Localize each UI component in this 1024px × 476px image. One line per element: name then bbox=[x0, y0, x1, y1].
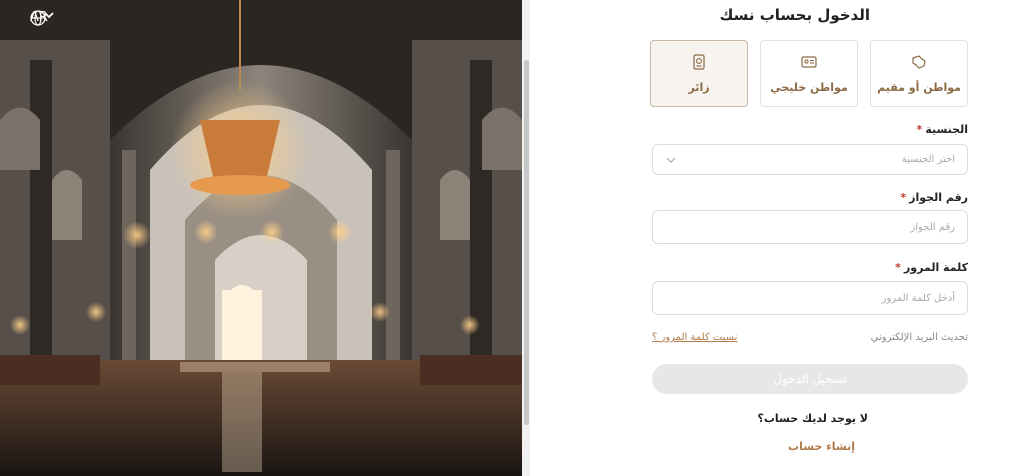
account-type-citizen-resident[interactable]: مواطن أو مقيم bbox=[870, 40, 968, 107]
account-type-gulf-citizen[interactable]: مواطن خليجي bbox=[760, 40, 858, 107]
passport-label: رقم الجواز* bbox=[900, 191, 968, 204]
page-title: الدخول بحساب نسك bbox=[719, 6, 870, 24]
login-form: الدخول بحساب نسك مواطن أو مقيم مواطن خلي… bbox=[560, 0, 980, 476]
password-label: كلمة المرور* bbox=[895, 261, 968, 274]
no-account-text: لا يوجد لديك حساب؟ bbox=[757, 412, 868, 425]
form-links: تحديث البريد الإلكتروني نسيت كلمة المرور… bbox=[652, 332, 968, 343]
login-button[interactable]: تسجيل الدخول bbox=[652, 364, 968, 394]
account-type-label: مواطن خليجي bbox=[770, 81, 848, 94]
required-mark: * bbox=[900, 191, 907, 204]
account-type-label: زائر bbox=[688, 81, 710, 94]
saudi-map-icon bbox=[912, 55, 926, 69]
update-email-link[interactable]: تحديث البريد الإلكتروني bbox=[871, 332, 968, 343]
password-placeholder: أدخل كلمة المرور bbox=[881, 292, 955, 304]
required-mark: * bbox=[916, 123, 923, 136]
nationality-label: الجنسية* bbox=[917, 123, 968, 136]
passport-placeholder: رقم الجواز bbox=[910, 221, 956, 233]
account-type-visitor[interactable]: زائر bbox=[650, 40, 748, 107]
chevron-down-icon bbox=[44, 12, 54, 19]
nationality-select[interactable]: اختر الجنسية bbox=[652, 144, 968, 175]
forgot-password-link[interactable]: نسيت كلمة المرور ؟ bbox=[652, 332, 737, 343]
nationality-placeholder: اختر الجنسية bbox=[901, 154, 955, 165]
mosque-interior-image: AR bbox=[0, 0, 522, 476]
chevron-down-icon bbox=[666, 157, 676, 163]
id-card-icon bbox=[801, 56, 817, 68]
password-input[interactable]: أدخل كلمة المرور bbox=[652, 281, 968, 315]
account-type-selector: مواطن أو مقيم مواطن خليجي زائر bbox=[650, 40, 968, 107]
passport-number-input[interactable]: رقم الجواز bbox=[652, 210, 968, 244]
passport-label-text: رقم الجواز bbox=[909, 191, 968, 204]
language-switcher[interactable]: AR bbox=[30, 10, 54, 26]
mosque-illustration bbox=[0, 0, 522, 476]
create-account-link[interactable]: إنشاء حساب bbox=[788, 440, 855, 453]
password-label-text: كلمة المرور bbox=[903, 261, 968, 274]
login-page: AR الدخول بحساب نسك مواطن أو مقيم مواطن … bbox=[0, 0, 1024, 476]
account-type-label: مواطن أو مقيم bbox=[877, 81, 961, 94]
required-mark: * bbox=[895, 261, 901, 274]
passport-icon bbox=[693, 54, 705, 70]
scrollbar-thumb[interactable] bbox=[524, 60, 529, 425]
nationality-label-text: الجنسية bbox=[925, 123, 968, 136]
